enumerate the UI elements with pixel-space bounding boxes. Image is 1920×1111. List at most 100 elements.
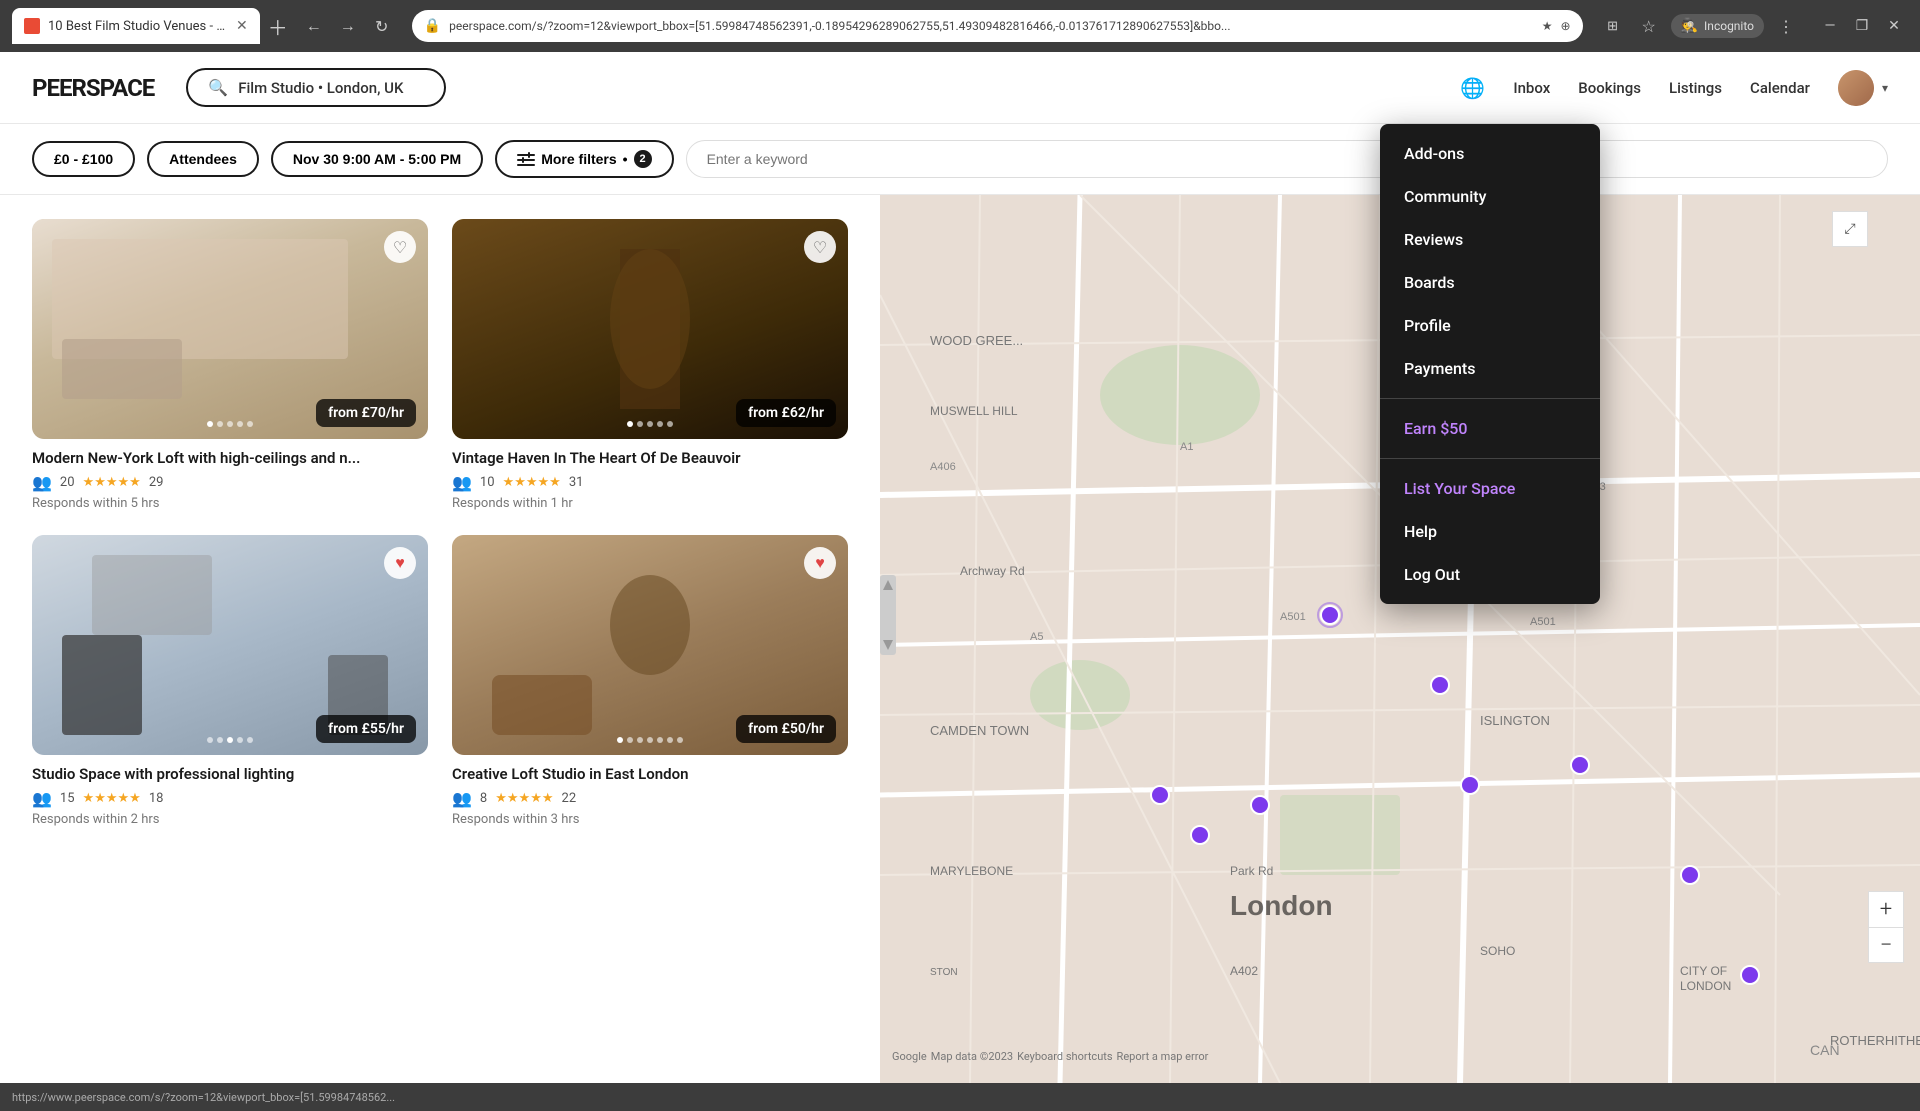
- dropdown-item-earn[interactable]: Earn $50: [1380, 407, 1600, 450]
- star-rating: ★★★★★: [83, 475, 141, 490]
- listings-panel: ♡ from £70/hr Modern New-York Loft with …: [0, 195, 880, 1083]
- svg-text:Park Rd: Park Rd: [1230, 864, 1273, 878]
- favorite-button[interactable]: ♡: [804, 231, 836, 263]
- more-filters-label: More filters: [541, 151, 616, 167]
- svg-text:A406: A406: [930, 461, 956, 473]
- keyword-input[interactable]: [686, 140, 1888, 178]
- calendar-link[interactable]: Calendar: [1750, 79, 1810, 97]
- avatar: [1838, 70, 1874, 106]
- response-time: Responds within 5 hrs: [32, 496, 428, 511]
- dropdown-item-logout[interactable]: Log Out: [1380, 553, 1600, 596]
- datetime-filter[interactable]: Nov 30 9:00 AM - 5:00 PM: [271, 141, 483, 177]
- report-map-error-link[interactable]: Report a map error: [1117, 1050, 1209, 1063]
- svg-text:CAMDEN TOWN: CAMDEN TOWN: [930, 723, 1029, 738]
- browser-tab[interactable]: 10 Best Film Studio Venues - Lo... ✕: [12, 8, 260, 44]
- dot-indicator: [647, 737, 653, 743]
- attendee-count: 20: [60, 475, 75, 490]
- zoom-in-button[interactable]: +: [1868, 891, 1904, 927]
- map-expand-control[interactable]: ⤢: [1832, 211, 1868, 247]
- attendees-filter[interactable]: Attendees: [147, 141, 259, 177]
- bookings-link[interactable]: Bookings: [1578, 79, 1641, 97]
- listing-image: ♡ from £62/hr: [452, 219, 848, 439]
- price-badge: from £50/hr: [736, 715, 836, 743]
- listing-card[interactable]: ♡ from £62/hr Vintage Haven In The Heart…: [452, 219, 848, 511]
- image-indicators: [207, 737, 253, 743]
- map-expand-button[interactable]: ⤢: [1832, 211, 1868, 247]
- incognito-indicator: 🕵 Incognito: [1671, 14, 1764, 38]
- svg-text:CITY OF: CITY OF: [1680, 964, 1727, 978]
- listing-image: ♡ from £70/hr: [32, 219, 428, 439]
- address-bar[interactable]: 🔒 peerspace.com/s/?zoom=12&viewport_bbox…: [412, 10, 1583, 42]
- dot-indicator: [247, 421, 253, 427]
- listing-card[interactable]: ♥ from £50/hr Creative Loft Studio in Ea…: [452, 535, 848, 827]
- listings-link[interactable]: Listings: [1669, 79, 1722, 97]
- menu-button[interactable]: ⋮: [1772, 12, 1800, 40]
- dropdown-item-payments[interactable]: Payments: [1380, 347, 1600, 390]
- star-rating: ★★★★★: [495, 791, 553, 806]
- svg-text:A1: A1: [1180, 441, 1193, 453]
- user-avatar-button[interactable]: ▾: [1838, 70, 1888, 106]
- price-filter[interactable]: £0 - £100: [32, 141, 135, 177]
- svg-text:LONDON: LONDON: [1680, 979, 1731, 993]
- reload-button[interactable]: ↻: [368, 12, 396, 40]
- main-content: ♡ from £70/hr Modern New-York Loft with …: [0, 195, 1920, 1083]
- listing-title: Vintage Haven In The Heart Of De Beauvoi…: [452, 449, 848, 467]
- dropdown-item-boards[interactable]: Boards: [1380, 261, 1600, 304]
- dot-indicator: [677, 737, 683, 743]
- more-filters-button[interactable]: More filters • 2: [495, 140, 673, 178]
- dot-indicator: [207, 421, 213, 427]
- dot-indicator: [247, 737, 253, 743]
- dropdown-item-help[interactable]: Help: [1380, 510, 1600, 553]
- dropdown-item-addons[interactable]: Add-ons: [1380, 132, 1600, 175]
- favorite-button[interactable]: ♥: [804, 547, 836, 579]
- zoom-out-button[interactable]: −: [1868, 927, 1904, 963]
- dropdown-item-list-space[interactable]: List Your Space: [1380, 467, 1600, 510]
- window-controls: — ❐ ✕: [1816, 12, 1908, 40]
- favorite-button[interactable]: ♡: [384, 231, 416, 263]
- inbox-link[interactable]: Inbox: [1513, 79, 1550, 97]
- svg-text:A501: A501: [1530, 616, 1556, 628]
- listing-card[interactable]: ♡ from £70/hr Modern New-York Loft with …: [32, 219, 428, 511]
- back-button[interactable]: ←: [300, 12, 328, 40]
- header-nav: 🌐 Inbox Bookings Listings Calendar ▾: [1460, 70, 1888, 106]
- price-badge: from £55/hr: [316, 715, 416, 743]
- svg-text:ISLINGTON: ISLINGTON: [1480, 713, 1550, 728]
- tab-title: 10 Best Film Studio Venues - Lo...: [48, 19, 228, 34]
- filter-count-badge: 2: [634, 150, 652, 168]
- forward-button[interactable]: →: [334, 12, 362, 40]
- favorite-button[interactable]: ♥: [384, 547, 416, 579]
- dot-indicator: [617, 737, 623, 743]
- dropdown-item-profile[interactable]: Profile: [1380, 304, 1600, 347]
- dot-indicator: [647, 421, 653, 427]
- new-tab-button[interactable]: ＋: [264, 12, 292, 40]
- listing-card[interactable]: ♥ from £55/hr Studio Space with professi…: [32, 535, 428, 827]
- minimize-button[interactable]: —: [1816, 12, 1844, 40]
- extensions-button[interactable]: ⊞: [1599, 12, 1627, 40]
- status-bar: https://www.peerspace.com/s/?zoom=12&vie…: [0, 1083, 1920, 1111]
- dropdown-item-community[interactable]: Community: [1380, 175, 1600, 218]
- peerspace-logo[interactable]: PEERSPACE: [32, 74, 154, 102]
- listing-title: Modern New-York Loft with high-ceilings …: [32, 449, 428, 467]
- language-icon[interactable]: 🌐: [1460, 76, 1485, 100]
- svg-text:A5: A5: [1030, 631, 1043, 643]
- attendee-count: 10: [480, 475, 495, 490]
- dot-indicator: [657, 421, 663, 427]
- attendees-icon: 👥: [452, 789, 472, 808]
- attendees-icon: 👥: [32, 473, 52, 492]
- browser-nav-controls: ← → ↻: [300, 12, 396, 40]
- dot-indicator: [227, 737, 233, 743]
- dot-indicator: [657, 737, 663, 743]
- listing-image: ♥ from £50/hr: [452, 535, 848, 755]
- svg-text:SOHO: SOHO: [1480, 944, 1515, 958]
- main-search-bar[interactable]: 🔍 Film Studio • London, UK: [186, 68, 446, 107]
- map-data-text: Map data ©2023: [931, 1050, 1013, 1063]
- maximize-button[interactable]: ❐: [1848, 12, 1876, 40]
- tab-close-button[interactable]: ✕: [236, 18, 248, 34]
- dot-indicator: [227, 421, 233, 427]
- dropdown-item-reviews[interactable]: Reviews: [1380, 218, 1600, 261]
- image-indicators: [207, 421, 253, 427]
- listing-title: Creative Loft Studio in East London: [452, 765, 848, 783]
- price-badge: from £62/hr: [736, 399, 836, 427]
- close-window-button[interactable]: ✕: [1880, 12, 1908, 40]
- bookmark-button[interactable]: ☆: [1635, 12, 1663, 40]
